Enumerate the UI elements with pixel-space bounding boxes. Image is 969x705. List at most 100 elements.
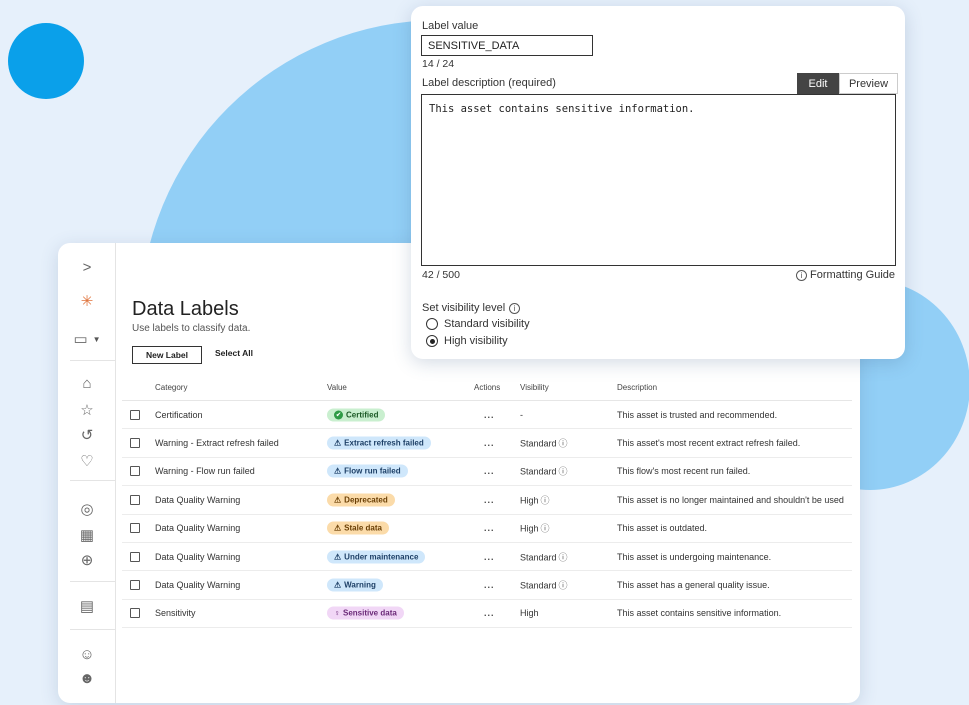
row-visibility: Standard ⓘ [520, 437, 568, 450]
caret-down-icon: ▼ [92, 334, 101, 344]
table-row[interactable]: Sensitivity ♀ Sensitive data... High This as… [122, 600, 852, 629]
row-visibility: Standard ⓘ [520, 579, 568, 592]
info-icon[interactable]: ⓘ [559, 581, 568, 591]
tab-edit[interactable]: Edit [797, 73, 839, 94]
sidebar-item-users[interactable]: ☺ [58, 642, 116, 666]
sidebar-item-account[interactable]: ◎ [58, 497, 116, 521]
row-actions-button[interactable]: ... [484, 552, 495, 562]
info-icon[interactable]: ⓘ [541, 524, 550, 534]
editor-tabs: Edit Preview [797, 73, 898, 94]
row-actions-button[interactable]: ... [484, 495, 495, 505]
info-icon[interactable]: ⓘ [559, 439, 568, 449]
radio-label: Standard visibility [444, 318, 530, 330]
row-visibility-text: - [520, 409, 523, 420]
row-visibility-text: Standard [520, 438, 557, 449]
row-category: Warning - Flow run failed [155, 466, 255, 477]
formatting-guide-text: Formatting Guide [810, 269, 895, 281]
row-checkbox[interactable] [130, 551, 140, 562]
row-description: This asset is outdated. [617, 523, 708, 534]
sidebar-item-groups[interactable]: ☻ [58, 666, 116, 690]
row-actions-button[interactable]: ... [484, 580, 495, 590]
row-description: This asset's most recent extract refresh… [617, 438, 801, 449]
row-checkbox[interactable] [130, 409, 140, 420]
row-actions-button[interactable]: ... [484, 523, 495, 533]
row-checkbox[interactable] [130, 580, 140, 591]
page-title: Data Labels [132, 298, 239, 320]
sidebar-item-recommendations[interactable]: ♡ [58, 449, 116, 473]
sidebar-item-home[interactable]: ⌂ [58, 371, 116, 395]
table-row[interactable]: Data Quality Warning ⚠ Under maintenance..… [122, 543, 852, 572]
row-checkbox[interactable] [130, 608, 140, 619]
row-visibility-text: High [520, 523, 539, 534]
table-row[interactable]: Certification ✔ Certified... - This asset is… [122, 401, 852, 430]
sidebar-item-recents[interactable]: ↺ [58, 423, 116, 447]
row-category: Sensitivity [155, 608, 196, 619]
info-icon[interactable]: ⓘ [559, 552, 568, 562]
row-checkbox[interactable] [130, 438, 140, 449]
radio-high-visibility[interactable]: High visibility [426, 335, 508, 347]
row-checkbox[interactable] [130, 523, 140, 534]
table-row[interactable]: Warning - Extract refresh failed ⚠ Extract… [122, 429, 852, 458]
table-row[interactable]: Data Quality Warning ⚠ Warning... Standard ⓘ… [122, 571, 852, 600]
row-visibility-text: Standard [520, 552, 557, 563]
radio-button[interactable] [426, 318, 438, 330]
label-pill: ⚠ Flow run failed [327, 464, 408, 478]
sidebar-item-explore[interactable]: ⊕ [58, 548, 116, 572]
row-actions-button[interactable]: ... [484, 608, 495, 618]
table-row[interactable]: Data Quality Warning ⚠ Deprecated... High ⓘ T… [122, 486, 852, 515]
compass-icon: ⊕ [80, 552, 94, 569]
row-category: Certification [155, 409, 203, 420]
archive-icon: ▤ [79, 598, 95, 615]
radio-label: High visibility [444, 335, 508, 347]
info-icon[interactable]: ⓘ [541, 495, 550, 505]
expand-sidebar-button[interactable]: > [58, 255, 116, 279]
decor-circle-small [8, 23, 84, 99]
label-pill-text: Stale data [344, 523, 382, 533]
sidebar-item-favorites[interactable]: ☆ [58, 398, 116, 422]
label-value-input[interactable] [421, 35, 593, 56]
label-pill: ♀ Sensitive data [327, 606, 404, 620]
label-pill-text: Flow run failed [344, 466, 401, 476]
row-actions-button[interactable]: ... [484, 438, 495, 448]
row-value: ⚠ Warning [327, 578, 383, 592]
sidebar-item-collections[interactable]: ▦ [58, 523, 116, 547]
info-icon[interactable]: ⓘ [559, 467, 568, 477]
label-type-icon: ✔ [334, 410, 343, 420]
label-pill-text: Extract refresh failed [344, 438, 424, 448]
sidebar-divider [70, 629, 116, 630]
sidebar-item-external-assets[interactable]: ▤ [58, 594, 116, 618]
column-header-visibility[interactable]: Visibility [520, 383, 549, 392]
info-icon: i [796, 269, 808, 281]
label-pill: ⚠ Deprecated [327, 493, 395, 507]
label-pill: ✔ Certified [327, 408, 386, 422]
row-checkbox[interactable] [130, 494, 140, 505]
radio-button[interactable] [426, 335, 438, 347]
label-pill-text: Under maintenance [344, 552, 419, 562]
row-checkbox[interactable] [130, 466, 140, 477]
label-pill-text: Sensitive data [343, 608, 397, 618]
groups-icon: ☻ [79, 669, 95, 687]
calendar-icon: ▭ [73, 331, 88, 348]
info-icon[interactable]: i [509, 302, 521, 314]
labels-table: Category Value Actions Visibility Descri… [122, 373, 852, 629]
new-label-button[interactable]: New Label [132, 346, 202, 364]
tab-preview[interactable]: Preview [839, 73, 898, 94]
row-value: ⚠ Extract refresh failed [327, 436, 431, 450]
column-header-category[interactable]: Category [155, 383, 187, 392]
table-row[interactable]: Warning - Flow run failed ⚠ Flow run faile… [122, 458, 852, 487]
formatting-guide-link[interactable]: i Formatting Guide [796, 269, 895, 281]
radio-standard-visibility[interactable]: Standard visibility [426, 318, 530, 330]
label-description-textarea[interactable]: This asset contains sensitive informatio… [421, 94, 896, 266]
table-row[interactable]: Data Quality Warning ⚠ Stale data... High ⓘ T… [122, 515, 852, 543]
table-header: Category Value Actions Visibility Descri… [122, 373, 852, 401]
select-all-button[interactable]: Select All [215, 348, 253, 358]
sidebar-logo[interactable]: ✳ [58, 289, 116, 313]
history-icon: ↺ [80, 427, 94, 444]
column-header-value[interactable]: Value [327, 383, 347, 392]
sidebar-item-calendar[interactable]: ▭ ▼ [58, 327, 116, 351]
column-header-description[interactable]: Description [617, 383, 657, 392]
row-actions-button[interactable]: ... [484, 466, 495, 476]
row-visibility: Standard ⓘ [520, 465, 568, 478]
row-actions-button[interactable]: ... [484, 410, 495, 420]
chevron-right-icon: > [82, 258, 92, 276]
